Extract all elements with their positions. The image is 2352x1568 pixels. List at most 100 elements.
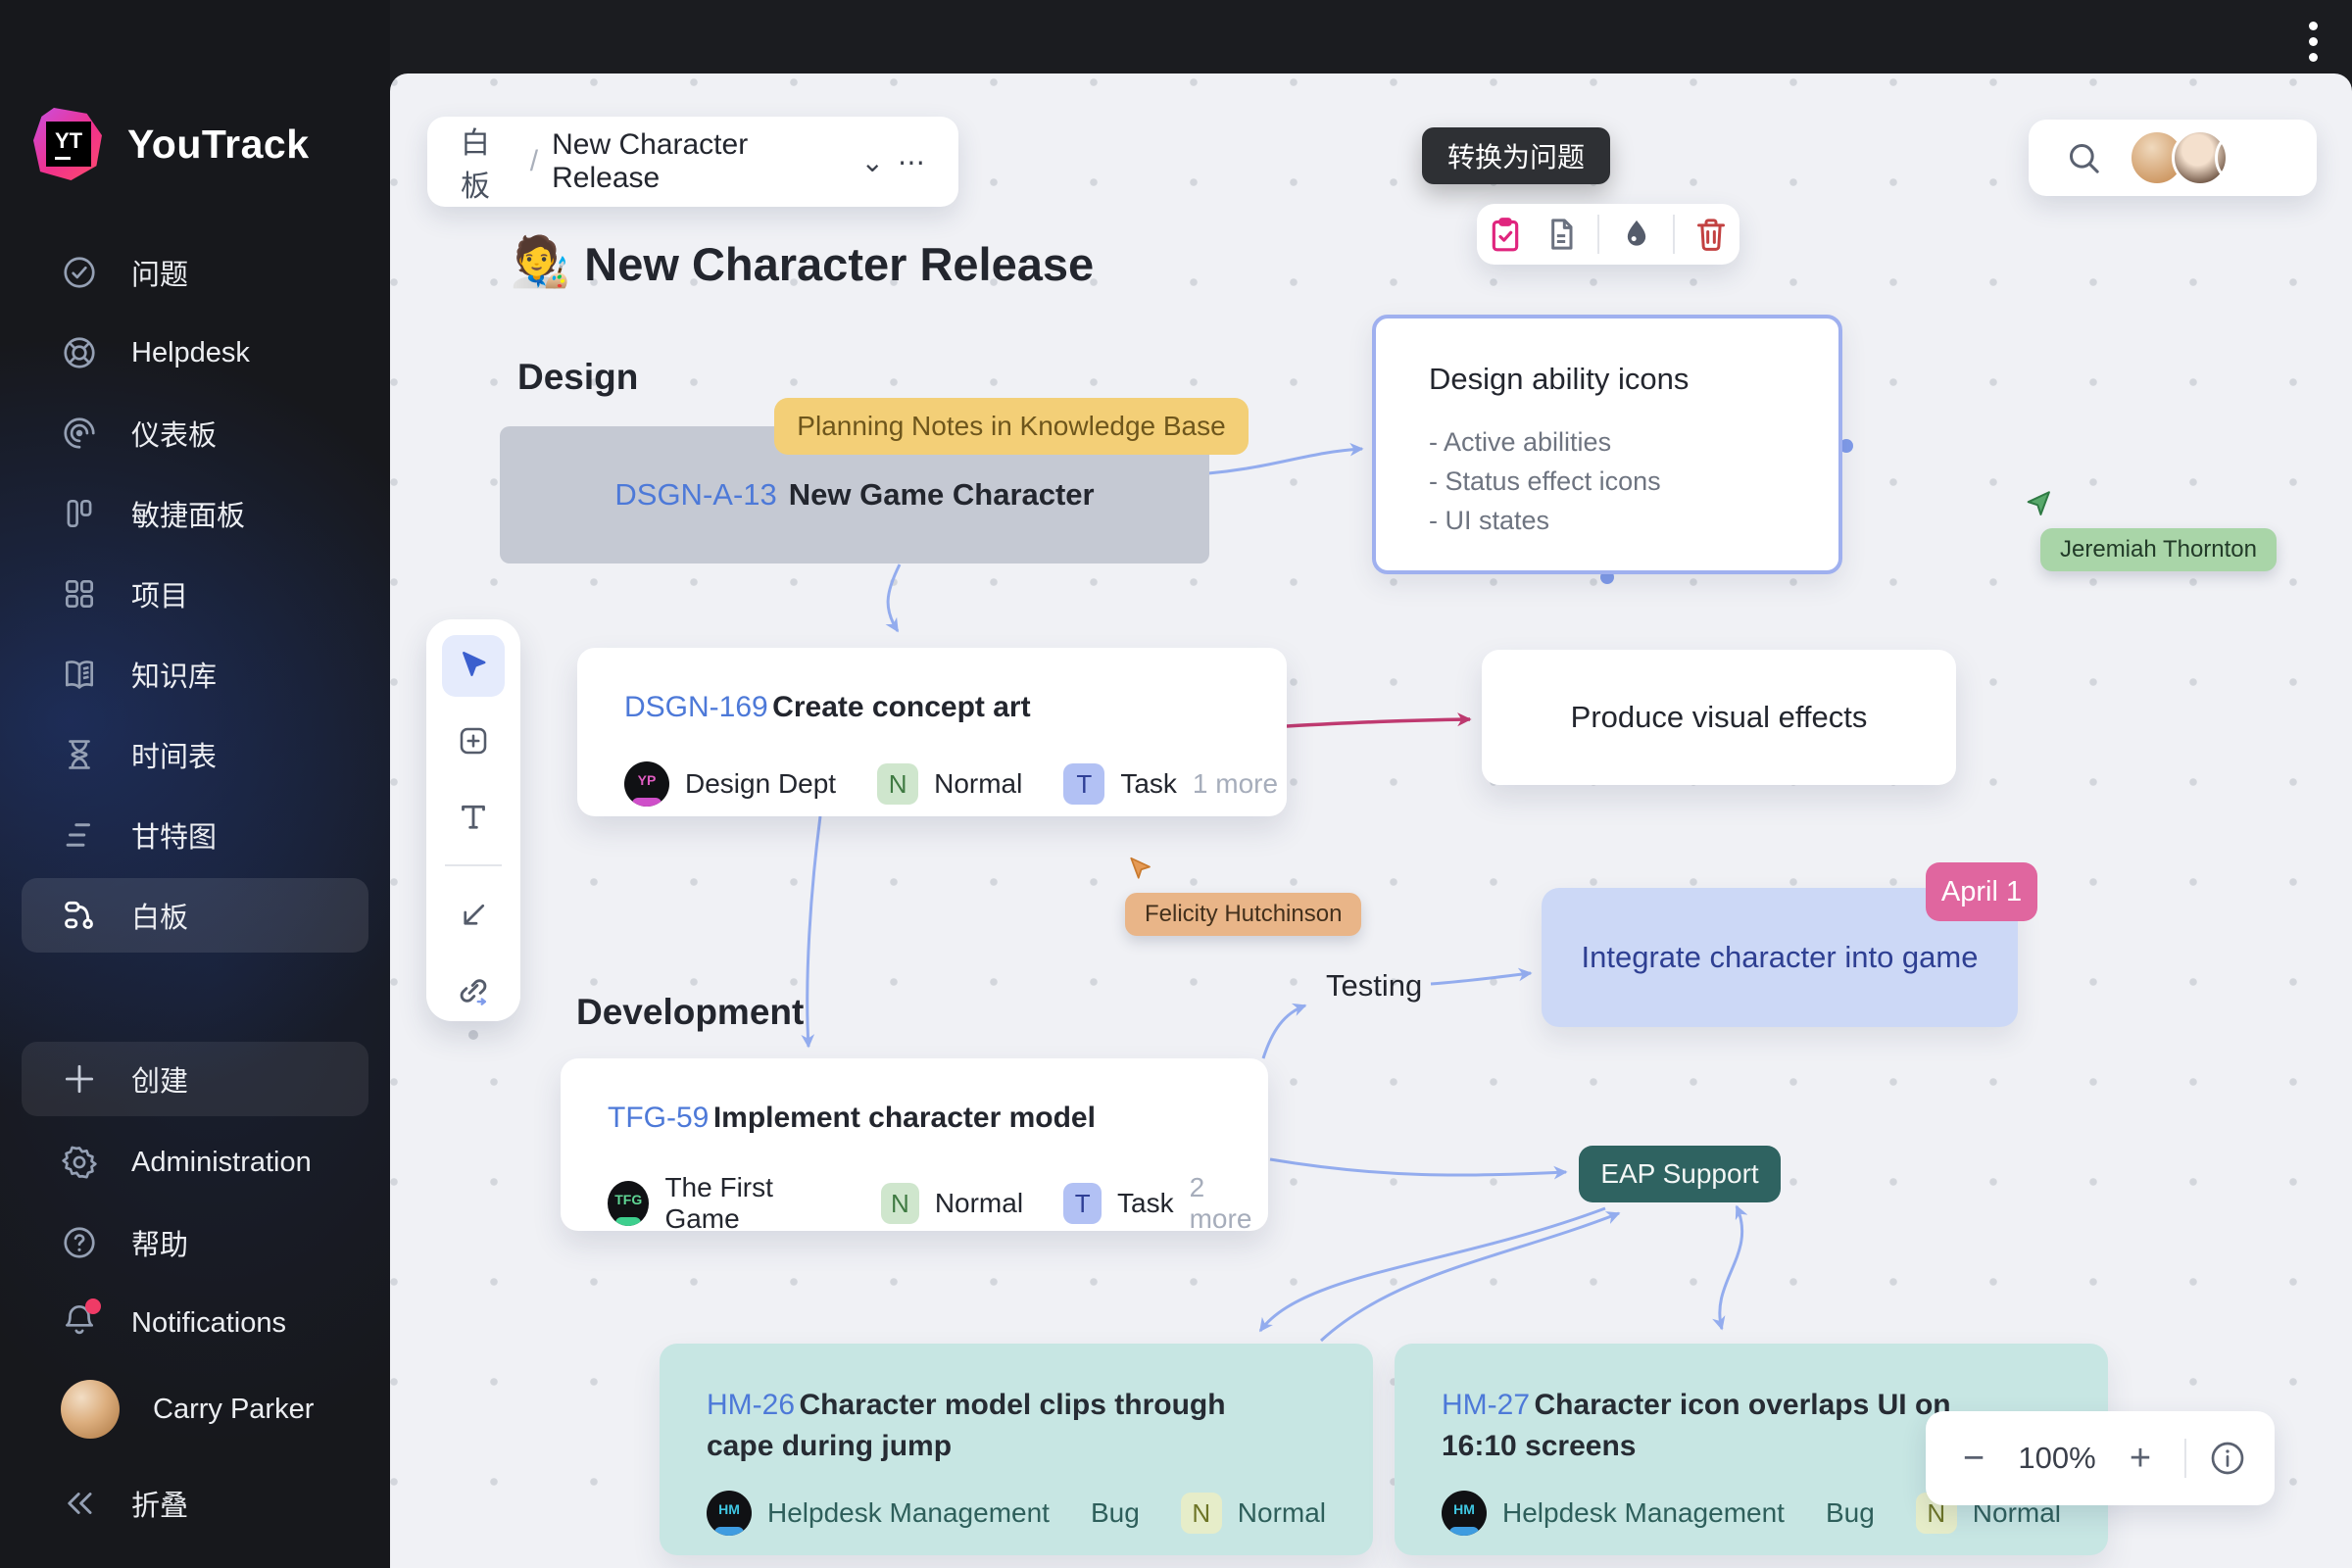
project-avatar: HM: [1442, 1491, 1487, 1536]
plus-square-icon: [456, 723, 491, 759]
section-heading-design[interactable]: Design: [517, 357, 638, 398]
grid-icon: [61, 575, 98, 612]
object-toolbar: [1477, 204, 1740, 265]
toolbar-divider: [1673, 215, 1675, 254]
zoom-level: 100%: [2008, 1441, 2106, 1476]
arrow-down-left-icon: [456, 898, 491, 933]
sidebar-item-helpdesk[interactable]: Helpdesk: [22, 316, 368, 390]
canvas-tool-palette: [426, 619, 520, 1021]
convert-tooltip: 转换为问题: [1422, 127, 1610, 184]
create-button[interactable]: 创建: [22, 1042, 368, 1116]
cursor-icon: [1125, 855, 1154, 884]
search-icon[interactable]: [2064, 138, 2103, 177]
breadcrumb: 白板 / New Character Release ⌄ ⋯: [427, 117, 958, 207]
eap-support-badge[interactable]: EAP Support: [1579, 1146, 1781, 1202]
issue-id-link[interactable]: DSGN-A-13: [614, 477, 776, 513]
convert-to-issue-icon[interactable]: [1486, 215, 1525, 254]
artist-emoji: 🧑‍🎨: [510, 233, 570, 291]
gear-icon: [61, 1144, 98, 1181]
gantt-icon: [61, 816, 98, 854]
date-badge[interactable]: April 1: [1926, 862, 2037, 921]
section-heading-development[interactable]: Development: [576, 992, 804, 1033]
sidebar-item-projects[interactable]: 项目: [22, 557, 368, 631]
collaborator-cursor-felicity: Felicity Hutchinson: [1125, 855, 1361, 936]
sidebar-item-help[interactable]: 帮助: [22, 1205, 368, 1280]
flowchart-icon: [61, 897, 98, 934]
sidebar-item-dashboards[interactable]: 仪表板: [22, 396, 368, 470]
collaborator-cursor-jeremiah: Jeremiah Thornton: [2023, 488, 2277, 571]
help-circle-icon: [61, 1224, 98, 1261]
sidebar-user-profile[interactable]: Carry Parker: [22, 1372, 368, 1446]
cursor-icon: [2023, 488, 2056, 521]
more-fields[interactable]: 1 more: [1193, 768, 1278, 800]
type-badge: T: [1063, 1183, 1102, 1224]
color-icon[interactable]: [1617, 215, 1656, 254]
book-icon: [61, 656, 98, 693]
bell-icon: [61, 1300, 98, 1346]
board-menu-icon[interactable]: ⋯: [898, 146, 925, 178]
project-avatar: HM: [707, 1491, 752, 1536]
sidebar-item-timesheets[interactable]: 时间表: [22, 717, 368, 792]
breadcrumb-current[interactable]: New Character Release: [552, 128, 847, 195]
text-tool[interactable]: [442, 786, 505, 848]
app-title: YouTrack: [127, 122, 310, 168]
presence-avatar-3[interactable]: [2215, 129, 2272, 186]
card-design-ability-icons[interactable]: Design ability icons - Active abilities …: [1372, 315, 1842, 574]
collaborator-name-tag: Jeremiah Thornton: [2040, 528, 2277, 571]
youtrack-whiteboard-window: YT YouTrack 问题 Helpdesk 仪表板 敏捷面板 项目 知识库: [0, 0, 2352, 1568]
more-fields[interactable]: 2 more: [1190, 1172, 1268, 1235]
sticky-note[interactable]: Planning Notes in Knowledge Base: [774, 398, 1249, 455]
sidebar: YT YouTrack 问题 Helpdesk 仪表板 敏捷面板 项目 知识库: [0, 0, 390, 1568]
card-hm-26[interactable]: HM-26 Character model clips through cape…: [660, 1344, 1373, 1555]
issue-id-link[interactable]: HM-27: [1442, 1389, 1530, 1421]
zoom-out-button[interactable]: −: [1939, 1438, 2008, 1480]
issue-id-link[interactable]: DSGN-169: [624, 691, 768, 723]
text-icon: [456, 799, 491, 834]
select-tool[interactable]: [442, 635, 505, 697]
cursor-select-icon: [456, 648, 491, 683]
arrow-tool[interactable]: [442, 884, 505, 946]
sidebar-collapse-button[interactable]: 折叠: [22, 1466, 368, 1541]
project-avatar: TFG: [608, 1181, 649, 1226]
collapse-icon: [61, 1485, 98, 1522]
hourglass-icon: [61, 736, 98, 773]
sidebar-item-agile-boards[interactable]: 敏捷面板: [22, 476, 368, 551]
testing-label[interactable]: Testing: [1326, 968, 1422, 1004]
dashboard-icon: [61, 415, 98, 452]
user-avatar: [61, 1380, 120, 1439]
link-tool[interactable]: [442, 959, 505, 1021]
sidebar-item-issues[interactable]: 问题: [22, 235, 368, 310]
sidebar-item-gantt[interactable]: 甘特图: [22, 798, 368, 872]
collaborator-name-tag: Felicity Hutchinson: [1125, 893, 1361, 936]
agile-board-icon: [61, 495, 98, 532]
priority-badge: N: [877, 763, 918, 805]
delete-icon[interactable]: [1691, 215, 1731, 254]
board-title[interactable]: 🧑‍🎨 New Character Release: [510, 233, 1094, 291]
zoom-in-button[interactable]: +: [2106, 1438, 2175, 1480]
card-produce-visual-effects[interactable]: Produce visual effects: [1482, 650, 1956, 785]
chevron-down-icon[interactable]: ⌄: [861, 146, 884, 178]
card-tfg-59[interactable]: TFG-59 Implement character model TFG The…: [561, 1058, 1268, 1231]
sidebar-item-whiteboards[interactable]: 白板: [22, 878, 368, 953]
duplicate-icon[interactable]: [1542, 215, 1581, 254]
search-presence-bar: [2029, 120, 2317, 196]
youtrack-logo[interactable]: YT YouTrack: [29, 106, 310, 182]
toolbar-divider: [1597, 215, 1599, 254]
tool-divider: [445, 864, 502, 866]
ability-item: - UI states: [1429, 501, 1838, 540]
type-badge: T: [1063, 763, 1104, 805]
sidebar-item-knowledge-base[interactable]: 知识库: [22, 637, 368, 711]
info-icon[interactable]: [2208, 1439, 2247, 1478]
notification-badge: [85, 1298, 101, 1314]
breadcrumb-whiteboards[interactable]: 白板: [461, 119, 516, 205]
priority-badge: N: [1181, 1493, 1222, 1534]
ability-item: - Status effect icons: [1429, 462, 1838, 501]
sidebar-item-notifications[interactable]: Notifications: [22, 1286, 368, 1360]
plus-icon: [61, 1060, 98, 1098]
sidebar-item-administration[interactable]: Administration: [22, 1125, 368, 1200]
link-icon: [455, 972, 492, 1009]
card-dsgn-169[interactable]: DSGN-169 Create concept art YP Design De…: [577, 648, 1287, 816]
add-node-tool[interactable]: [442, 710, 505, 772]
issue-id-link[interactable]: TFG-59: [608, 1102, 709, 1134]
issue-id-link[interactable]: HM-26: [707, 1389, 795, 1421]
